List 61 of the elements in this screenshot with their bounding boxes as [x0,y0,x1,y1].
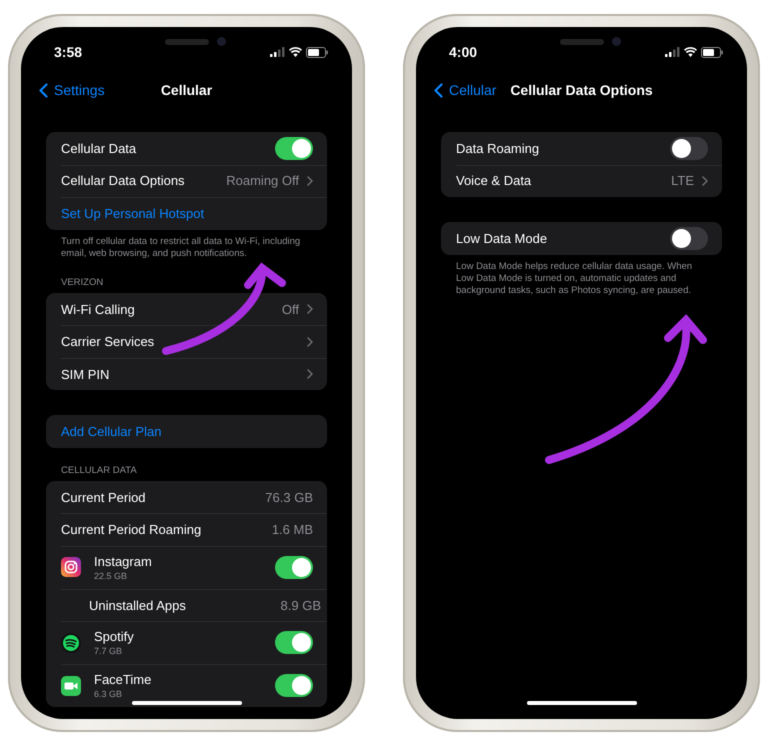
toggle-switch[interactable] [670,136,708,160]
settings-row[interactable]: Carrier Services [46,325,327,358]
chevron-icon [307,336,313,347]
footer-note: Turn off cellular data to restrict all data to Wi-Fi, including email, web browsing, and push notifications. [60,234,302,260]
back-button[interactable]: Cellular [434,82,496,98]
front-camera [216,37,226,46]
app-name: FaceTime [94,672,152,688]
row-label: Low Data Mode [456,230,548,246]
chevron-left-icon [39,82,48,98]
action-link[interactable]: Set Up Personal Hotspot [61,206,313,221]
back-button[interactable]: Settings [39,82,105,98]
settings-row[interactable]: Cellular Data Options Roaming Off [46,164,327,197]
chevron-icon [702,176,708,186]
toggle-switch[interactable] [275,674,313,698]
video-camera-icon [61,676,81,696]
row-value: Off [282,302,299,317]
signal-icon [270,47,285,57]
app-usage: 6.3 GB [94,689,124,700]
section-header: VERIZON [60,276,104,290]
chevron-icon [307,304,313,314]
settings-row[interactable]: SIM PIN [46,358,327,390]
status-time: 3:58 [54,44,82,60]
chevron-left-icon [434,82,443,98]
app-name: Instagram [94,554,152,569]
chevron-icon [307,369,313,380]
chevron-icon [307,176,313,186]
row-value: LTE [671,173,694,188]
settings-row[interactable]: Wi-Fi Calling Off [46,292,327,326]
row-value: 1.6 MB [272,522,313,538]
row-label: Uninstalled Apps [89,598,187,613]
footer-note: Low Data Mode helps reduce cellular data usage. When Low Data Mode is turned on, automatic updates and background tasks, such as Photos syncing, are paused. [455,260,694,297]
row-label: Data Roaming [456,140,540,156]
row-label: Current Period [61,490,147,505]
speaker-grille [164,39,208,45]
signal-icon [665,47,680,57]
app-usage: 7.7 GB [94,646,124,656]
wifi-icon [289,47,302,57]
toggle-switch[interactable] [670,226,708,250]
toggle-switch[interactable] [275,631,313,654]
toggle-switch[interactable] [275,136,313,160]
camera-app-icon [61,557,81,578]
wifi-icon [684,47,697,57]
speaker-grille [560,39,604,45]
toggle-switch[interactable] [275,556,313,579]
settings-row[interactable]: Voice & Data LTE [441,164,722,197]
row-value: Roaming Off [226,173,299,188]
row-label: Cellular Data [61,140,138,156]
row-label: Current Period Roaming [61,522,202,538]
music-app-icon [61,632,81,653]
section-header: CELLULAR DATA [60,464,138,478]
battery-icon [701,46,723,58]
front-camera [612,37,620,46]
row-value: 76.3 GB [265,490,313,505]
screen-title: Cellular [160,82,212,98]
action-link[interactable]: Add Cellular Plan [61,424,313,440]
battery-icon [306,46,328,58]
row-value: 8.9 GB [280,598,321,613]
app-name: Spotify [94,629,134,644]
screen-title: Cellular Data Options [510,82,653,98]
status-time: 4:00 [449,44,478,60]
app-usage: 22.5 GB [94,570,128,581]
